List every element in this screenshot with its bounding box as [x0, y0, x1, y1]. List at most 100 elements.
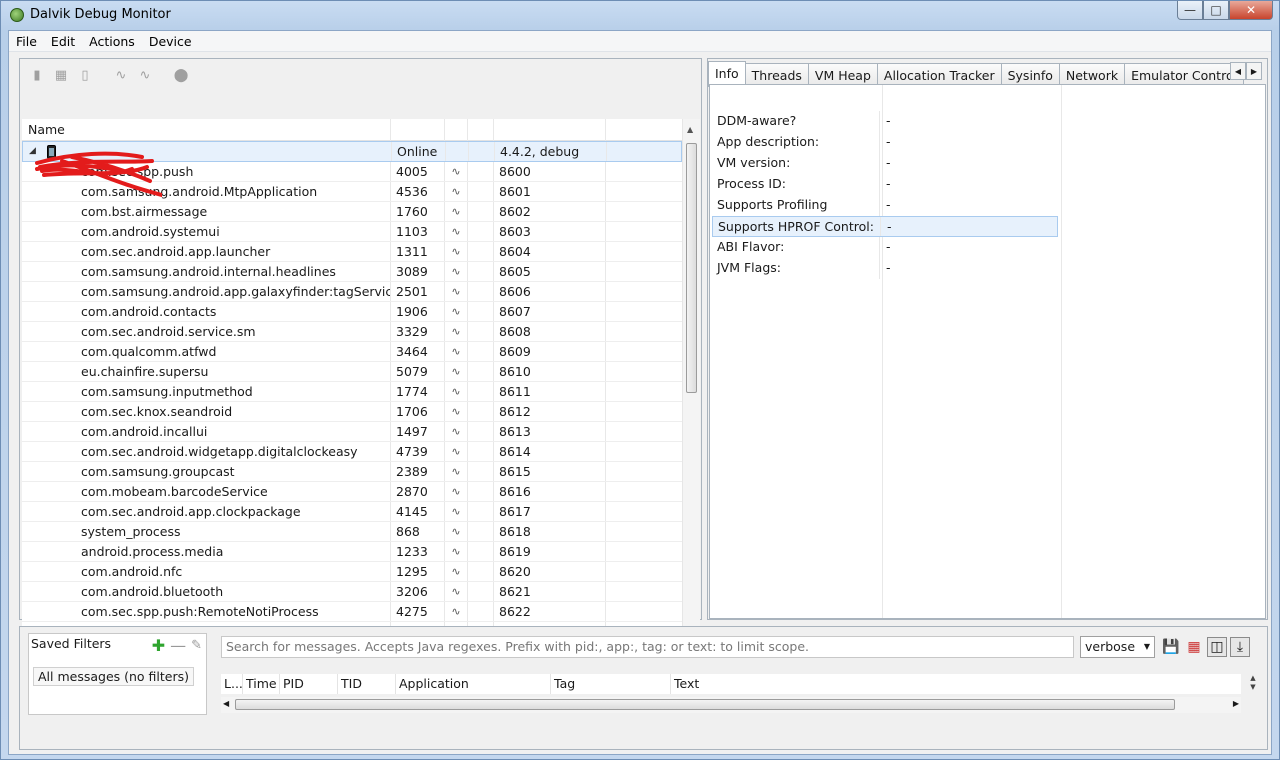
save-log-icon[interactable]: 💾: [1161, 637, 1181, 657]
process-pid: 1906: [391, 302, 445, 321]
scroll-left-icon[interactable]: ◀: [223, 699, 229, 708]
process-row[interactable]: com.android.bluetooth 3206 ∿ 8621: [22, 582, 682, 602]
process-name: com.samsung.inputmethod: [22, 382, 391, 401]
info-row[interactable]: Supports Profiling Control:-: [712, 195, 1058, 232]
menu-edit[interactable]: Edit: [44, 34, 82, 49]
tab-bar: Info Threads VM Heap Allocation Tracker …: [708, 61, 1245, 87]
process-row[interactable]: com.android.incallui 1497 ∿ 8613: [22, 422, 682, 442]
process-port: 8622: [494, 602, 606, 621]
column-blank[interactable]: [468, 119, 494, 141]
info-row[interactable]: Process ID: -: [712, 174, 1058, 195]
process-name: android.process.media: [22, 542, 391, 561]
info-row[interactable]: VM version: -: [712, 153, 1058, 174]
log-col-text[interactable]: Text: [671, 674, 1241, 694]
edit-filter-icon[interactable]: ✎: [191, 638, 202, 653]
clear-log-icon[interactable]: ▦: [1184, 637, 1204, 657]
logcat-search-input[interactable]: Search for messages. Accepts Java regexe…: [221, 636, 1074, 658]
log-col-tag[interactable]: Tag: [551, 674, 671, 694]
process-row[interactable]: com.android.contacts 1906 ∿ 8607: [22, 302, 682, 322]
process-row[interactable]: eu.chainfire.supersu 5079 ∿ 8610: [22, 362, 682, 382]
process-row[interactable]: android.process.media 1233 ∿ 8619: [22, 542, 682, 562]
process-port: 8603: [494, 222, 606, 241]
scroll-thumb[interactable]: [686, 143, 697, 393]
process-row[interactable]: com.mobeam.barcodeService 2870 ∿ 8616: [22, 482, 682, 502]
toggle-filters-icon[interactable]: ◫: [1207, 637, 1227, 657]
column-pid[interactable]: [391, 119, 445, 141]
log-col-pid[interactable]: PID: [280, 674, 338, 694]
debug-bug-icon: ∿: [445, 222, 468, 241]
process-row[interactable]: com.qualcomm.atfwd 3464 ∿ 8609: [22, 342, 682, 362]
info-row[interactable]: Supports HPROF Control: -: [712, 216, 1058, 237]
info-key: Supports HPROF Control:: [713, 217, 881, 236]
filter-item-all[interactable]: All messages (no filters): [33, 667, 195, 686]
update-threads-icon[interactable]: ∿: [112, 66, 130, 84]
process-row[interactable]: com.sec.android.app.clockpackage 4145 ∿ 861…: [22, 502, 682, 522]
process-name: com.sec.knox.seandroid: [22, 402, 391, 421]
debug-bug-icon: ∿: [445, 542, 468, 561]
scroll-up-icon[interactable]: ▲: [687, 125, 693, 134]
scroll-lock-icon[interactable]: ⤓: [1230, 637, 1250, 657]
process-name: eu.chainfire.supersu: [22, 362, 391, 381]
tab-scroll-right-icon[interactable]: ▶: [1246, 62, 1262, 80]
process-row[interactable]: com.samsung.android.internal.headlines 30…: [22, 262, 682, 282]
info-value: -: [886, 134, 891, 149]
menu-file[interactable]: File: [9, 34, 44, 49]
process-row[interactable]: com.samsung.android.app.galaxyfinder:tag…: [22, 282, 682, 302]
log-horizontal-scrollbar[interactable]: ◀ ▶: [221, 697, 1241, 713]
process-port: 8614: [494, 442, 606, 461]
log-col-level[interactable]: L...: [221, 674, 243, 694]
update-heap-icon[interactable]: ▦: [52, 66, 70, 84]
minimize-button[interactable]: —: [1177, 1, 1203, 20]
info-row[interactable]: DDM-aware? -: [712, 111, 1058, 132]
process-name: system_process: [22, 522, 391, 541]
info-value: -: [886, 239, 891, 254]
remove-filter-icon[interactable]: —: [170, 636, 186, 655]
process-row[interactable]: com.android.systemui 1103 ∿ 8603: [22, 222, 682, 242]
process-row[interactable]: com.bst.airmessage 1760 ∿ 8602: [22, 202, 682, 222]
scroll-right-icon[interactable]: ▶: [1233, 699, 1239, 708]
log-col-tid[interactable]: TID: [338, 674, 396, 694]
tab-scroll-left-icon[interactable]: ◀: [1230, 62, 1246, 80]
log-vertical-scroll-icon[interactable]: ▲ ▼: [1246, 674, 1260, 694]
process-row[interactable]: system_process 868 ∿ 8618: [22, 522, 682, 542]
menu-actions[interactable]: Actions: [82, 34, 142, 49]
process-port: 8608: [494, 322, 606, 341]
process-row[interactable]: com.samsung.groupcast 2389 ∿ 8615: [22, 462, 682, 482]
column-port[interactable]: [494, 119, 606, 141]
devices-pane: ▮ ▦ ▯ ∿ ∿ ⬤ Name ◢ Online 4.4.2, debug c…: [19, 58, 702, 642]
process-row[interactable]: com.sec.knox.seandroid 1706 ∿ 8612: [22, 402, 682, 422]
debug-bug-icon: ∿: [445, 402, 468, 421]
start-method-profiling-icon[interactable]: ∿: [136, 66, 154, 84]
add-filter-icon[interactable]: ✚: [152, 636, 165, 655]
debug-bug-icon: ∿: [445, 382, 468, 401]
process-name: com.sec.android.widgetapp.digitalclockea…: [22, 442, 391, 461]
logcat-table-header: L... Time PID TID Application Tag Text: [221, 674, 1241, 694]
column-icon[interactable]: [445, 119, 468, 141]
info-row[interactable]: App description: -: [712, 132, 1058, 153]
process-port: 8612: [494, 402, 606, 421]
info-row[interactable]: ABI Flavor: -: [712, 237, 1058, 258]
stop-process-icon[interactable]: ⬤: [172, 66, 190, 84]
process-row[interactable]: com.sec.android.widgetapp.digitalclockea…: [22, 442, 682, 462]
dump-hprof-icon[interactable]: ▯: [76, 66, 94, 84]
log-col-time[interactable]: Time: [243, 674, 280, 694]
process-row[interactable]: com.samsung.inputmethod 1774 ∿ 8611: [22, 382, 682, 402]
debug-process-icon[interactable]: ▮: [28, 66, 46, 84]
process-name: com.android.bluetooth: [22, 582, 391, 601]
process-row[interactable]: com.android.nfc 1295 ∿ 8620: [22, 562, 682, 582]
log-col-application[interactable]: Application: [396, 674, 551, 694]
process-row[interactable]: com.sec.android.service.sm 3329 ∿ 8608: [22, 322, 682, 342]
log-hscroll-thumb[interactable]: [235, 699, 1175, 710]
log-level-select[interactable]: verbose ▼: [1080, 636, 1155, 658]
device-version: 4.4.2, debug: [495, 142, 607, 161]
process-row[interactable]: com.sec.android.app.launcher 1311 ∿ 8604: [22, 242, 682, 262]
menu-device[interactable]: Device: [142, 34, 199, 49]
process-row[interactable]: com.sec.spp.push:RemoteNotiProcess 4275 ∿ 8…: [22, 602, 682, 622]
column-name[interactable]: Name: [22, 119, 391, 141]
maximize-button[interactable]: □: [1203, 1, 1229, 20]
debug-bug-icon: ∿: [445, 162, 468, 181]
devices-vertical-scrollbar[interactable]: ▲ ▼: [682, 119, 700, 641]
info-row[interactable]: JVM Flags: -: [712, 258, 1058, 279]
debug-bug-icon: ∿: [445, 362, 468, 381]
close-button[interactable]: ✕: [1229, 1, 1273, 20]
